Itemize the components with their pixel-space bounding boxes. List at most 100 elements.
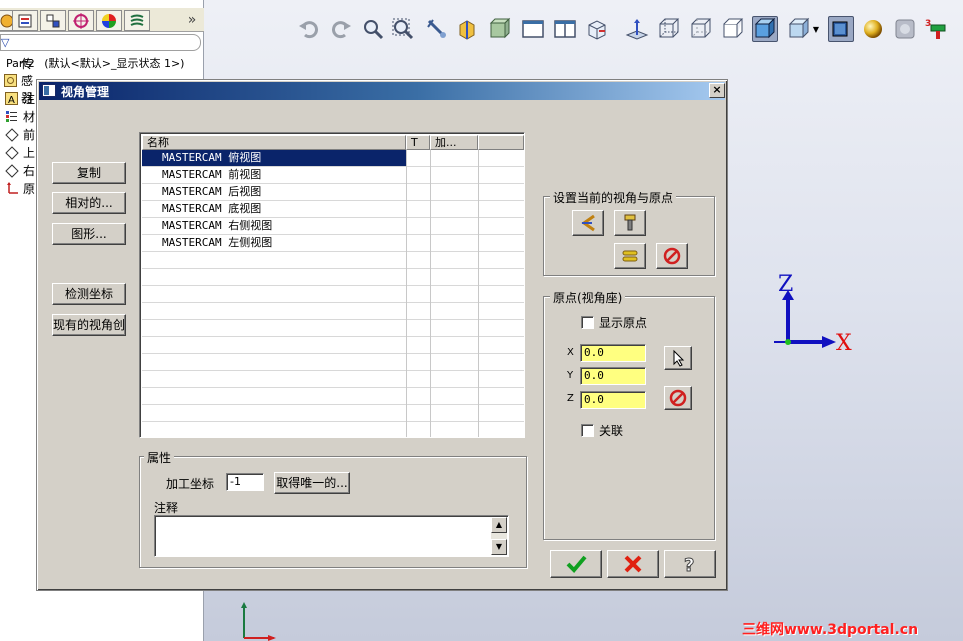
- cross-icon: [624, 555, 642, 573]
- tree-filter-input[interactable]: ▽: [0, 34, 201, 51]
- undo-view-button[interactable]: [296, 16, 322, 42]
- table-row: [142, 422, 524, 437]
- dialog-titlebar[interactable]: 视角管理 ×: [39, 82, 725, 100]
- associate-checkbox[interactable]: [581, 424, 594, 437]
- normal-to-icon: [625, 19, 649, 40]
- hidden-lines-visible-button[interactable]: [688, 16, 714, 42]
- dynamic-annotation-button[interactable]: [486, 16, 512, 42]
- redo-view-button[interactable]: [328, 16, 354, 42]
- table-row[interactable]: MASTERCAM 后视图: [142, 184, 524, 201]
- single-viewport-button[interactable]: [520, 16, 546, 42]
- existing-views-button[interactable]: 现有的视角创: [52, 314, 126, 336]
- tree-item-label: 材: [23, 110, 36, 124]
- two-viewport-button[interactable]: [552, 16, 578, 42]
- notes-scrollbar[interactable]: ▲ ▼: [491, 517, 507, 555]
- column-header-name[interactable]: 名称: [142, 135, 406, 150]
- sensor-icon: [4, 73, 17, 88]
- property-icon: [18, 14, 32, 27]
- show-origin-checkbox[interactable]: [581, 316, 594, 329]
- column-header-empty: [478, 135, 524, 150]
- wand-icon: [427, 19, 446, 38]
- view-list[interactable]: 名称 T 加... MASTERCAM 俯视图 MASTERCAM 前视图 MAST…: [139, 132, 525, 438]
- relative-button[interactable]: 相对的...: [52, 192, 126, 214]
- section-view-icon: [459, 20, 475, 40]
- set-tool-plane-button[interactable]: [614, 210, 646, 236]
- zoom-to-fit-button[interactable]: [360, 16, 386, 42]
- wireframe-button[interactable]: [656, 16, 682, 42]
- shadows-button[interactable]: [828, 16, 854, 42]
- table-row[interactable]: MASTERCAM 底视图: [142, 201, 524, 218]
- tree-item-label: 右: [23, 164, 36, 178]
- detect-coordinates-button[interactable]: 检测坐标: [52, 283, 126, 305]
- view-orientation-button[interactable]: [584, 16, 610, 42]
- redo-icon: [332, 21, 351, 39]
- appearance-button[interactable]: [860, 16, 886, 42]
- tab-dimxpert[interactable]: [68, 10, 94, 31]
- set-current-view-group: 设置当前的视角与原点: [543, 189, 715, 276]
- tabs-expand-chevron[interactable]: »: [184, 10, 200, 30]
- crosshair-icon: [73, 12, 89, 29]
- column-divider: [478, 150, 479, 437]
- sphere-icon: [864, 20, 882, 38]
- shadow-cube-icon: [832, 21, 848, 37]
- mastercam-3d-button[interactable]: 3: [924, 16, 950, 42]
- tab-display-manager[interactable]: [96, 10, 122, 31]
- single-view-icon: [522, 20, 544, 38]
- zoom-to-area-button[interactable]: [390, 16, 416, 42]
- close-button[interactable]: ×: [709, 83, 725, 98]
- column-divider: [406, 150, 407, 437]
- site-watermark: 三维网www.3dportal.cn: [742, 622, 919, 638]
- cancel-button[interactable]: [607, 550, 659, 578]
- set-equal-button[interactable]: [614, 243, 646, 269]
- notes-textarea[interactable]: ▲ ▼: [154, 515, 509, 557]
- table-row[interactable]: MASTERCAM 右侧视图: [142, 218, 524, 235]
- ok-button[interactable]: [550, 550, 602, 578]
- previous-view-button[interactable]: [424, 16, 450, 42]
- tab-configuration-manager[interactable]: [40, 10, 66, 31]
- view-name-cell: MASTERCAM 俯视图: [142, 150, 406, 166]
- checkmark-icon: [566, 555, 587, 573]
- origin-y-input[interactable]: 0.0: [580, 367, 646, 385]
- hidden-lines-removed-button[interactable]: [720, 16, 746, 42]
- get-unique-button[interactable]: 取得唯一的...: [274, 472, 350, 494]
- normal-to-button[interactable]: [624, 16, 650, 42]
- section-view-button[interactable]: [454, 16, 480, 42]
- set-view-button[interactable]: [572, 210, 604, 236]
- associate-label: 关联: [599, 424, 624, 438]
- origin-x-input[interactable]: 0.0: [580, 344, 646, 362]
- display-style-dropdown[interactable]: ▼: [812, 16, 820, 42]
- column-header-add[interactable]: 加...: [430, 135, 478, 150]
- scroll-down-icon[interactable]: ▼: [491, 539, 507, 555]
- origin-z-input[interactable]: 0.0: [580, 391, 646, 409]
- question-icon: ?: [684, 555, 695, 576]
- scroll-up-icon[interactable]: ▲: [491, 517, 507, 533]
- graphic-button[interactable]: 图形...: [52, 223, 126, 245]
- reset-origin-button[interactable]: [664, 386, 692, 410]
- shaded-button[interactable]: [786, 16, 812, 42]
- help-button[interactable]: ?: [664, 550, 716, 578]
- shaded-with-edges-button[interactable]: [752, 16, 778, 42]
- tab-property-manager[interactable]: [12, 10, 38, 31]
- notes-label: 注释: [154, 501, 179, 515]
- configuration-icon: [46, 14, 60, 27]
- copy-button[interactable]: 复制: [52, 162, 126, 184]
- clear-view-button[interactable]: [656, 243, 688, 269]
- view-name-cell: MASTERCAM 后视图: [162, 185, 262, 198]
- view-name-cell: MASTERCAM 右侧视图: [162, 219, 273, 232]
- column-header-t[interactable]: T: [406, 135, 430, 150]
- table-row: [142, 354, 524, 371]
- annotation-icon: A: [4, 91, 19, 106]
- table-row[interactable]: MASTERCAM 左侧视图: [142, 235, 524, 252]
- realview-button[interactable]: [892, 16, 918, 42]
- tree-item-label: 注: [23, 92, 36, 106]
- table-row[interactable]: MASTERCAM 前视图: [142, 167, 524, 184]
- table-row[interactable]: MASTERCAM 俯视图: [142, 150, 524, 167]
- work-coord-input[interactable]: -1: [226, 473, 264, 491]
- plane-icon: [4, 145, 19, 160]
- pick-origin-button[interactable]: [664, 346, 692, 370]
- shaded-cube-icon: [754, 17, 776, 39]
- shaded-plain-cube-icon: [788, 17, 810, 39]
- tab-mastercam[interactable]: [124, 10, 150, 31]
- view-toolbar: ▼ 3: [290, 12, 960, 46]
- wireframe-cube-icon: [659, 18, 680, 38]
